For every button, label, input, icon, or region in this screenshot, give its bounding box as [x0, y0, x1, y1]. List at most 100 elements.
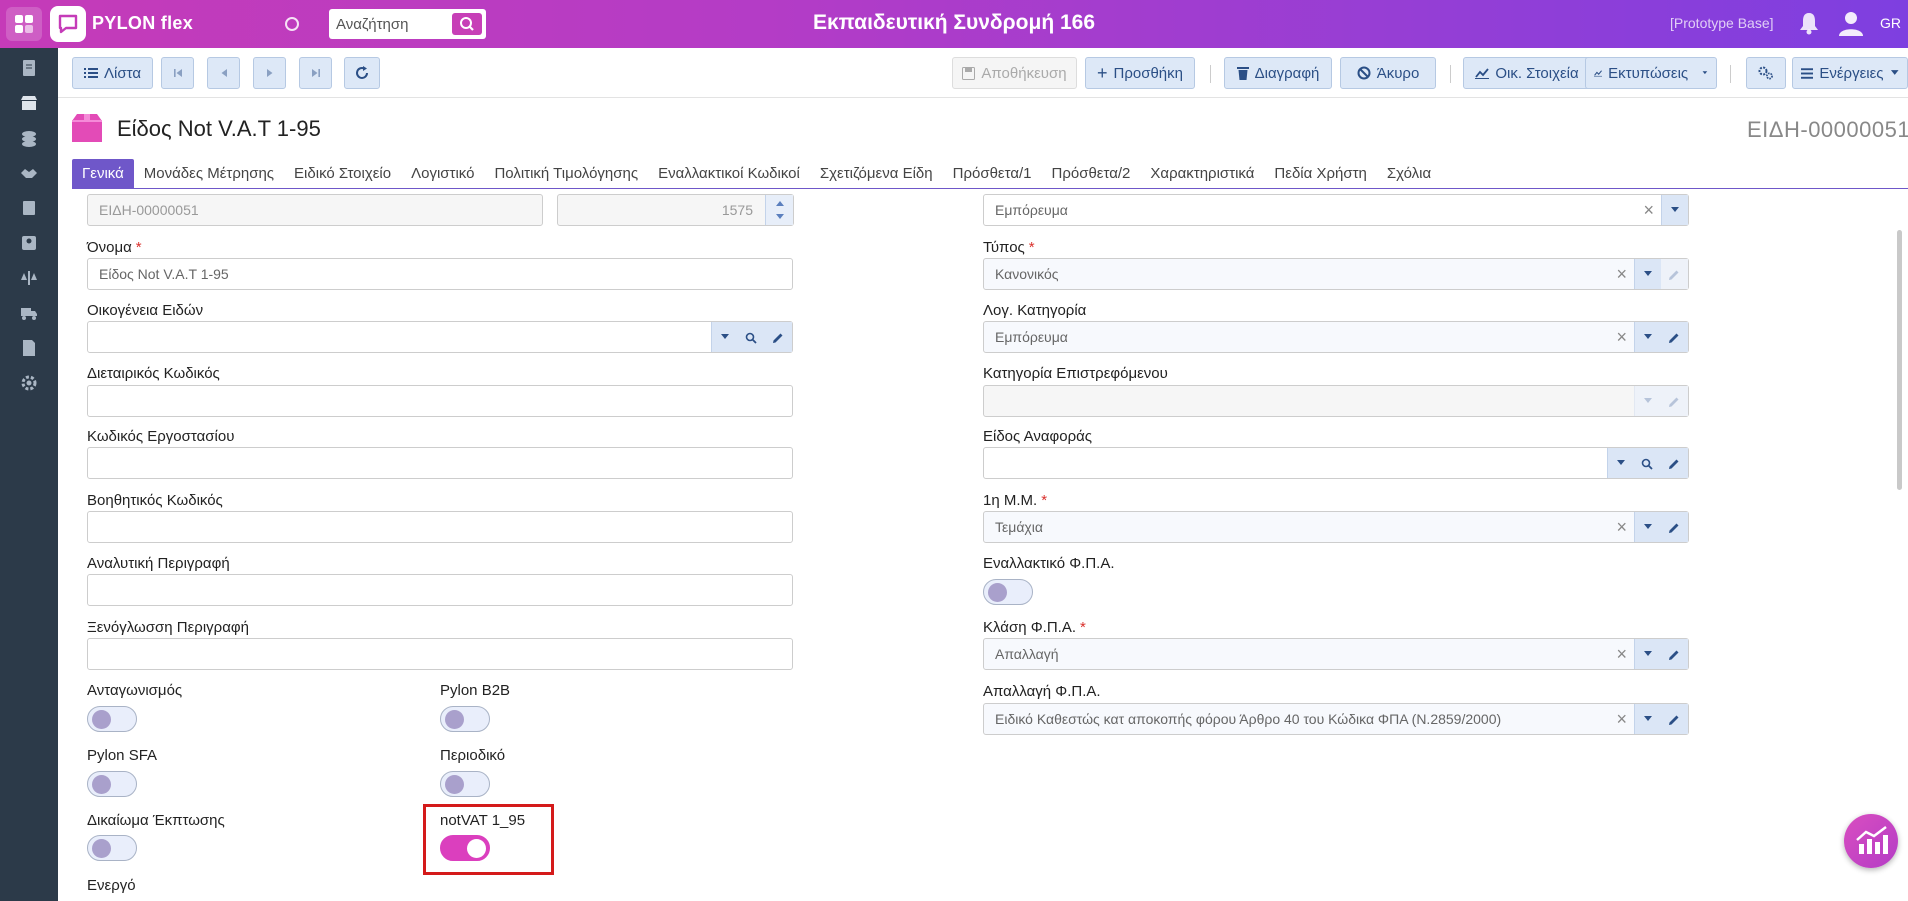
reference-item-field[interactable] [983, 447, 1689, 479]
truck-icon[interactable] [20, 304, 38, 322]
vat-class-dropdown[interactable] [1634, 639, 1661, 669]
vat-exemption-field[interactable]: Ειδικό Καθεστώς κατ αποκοπής φόρου Άρθρο… [983, 703, 1689, 735]
return-category-dropdown[interactable] [1634, 386, 1661, 416]
category-field[interactable]: Εμπόρευμα × [983, 194, 1689, 226]
category-dropdown[interactable] [1661, 195, 1688, 225]
accounting-category-field[interactable]: Εμπόρευμα × [983, 321, 1689, 353]
clear-icon[interactable]: × [1616, 264, 1627, 285]
document-icon[interactable] [20, 59, 38, 77]
item-family-search[interactable] [738, 322, 765, 352]
clear-icon[interactable]: × [1616, 517, 1627, 538]
item-family-field[interactable] [87, 321, 793, 353]
competition-toggle[interactable] [87, 706, 137, 732]
accounting-category-dropdown[interactable] [1634, 322, 1661, 352]
analytics-fab-button[interactable] [1844, 814, 1898, 868]
user-icon[interactable] [1838, 10, 1864, 40]
settings-button[interactable] [1746, 57, 1786, 89]
measure-unit-dropdown[interactable] [1634, 512, 1661, 542]
tab-units[interactable]: Μονάδες Μέτρησης [134, 159, 284, 188]
type-dropdown[interactable] [1634, 259, 1661, 289]
tab-additional-1[interactable]: Πρόσθετα/1 [943, 159, 1042, 188]
reference-item-search[interactable] [1634, 448, 1661, 478]
refresh-button[interactable] [344, 57, 380, 89]
factory-code-field[interactable] [87, 447, 793, 479]
next-record-button[interactable] [253, 57, 286, 89]
type-field[interactable]: Κανονικός × [983, 258, 1689, 290]
add-button[interactable]: + Προσθήκη [1085, 57, 1195, 89]
tab-pricing-policy[interactable]: Πολιτική Τιμολόγησης [484, 159, 648, 188]
aux-code-field[interactable] [87, 511, 793, 543]
vat-exemption-dropdown[interactable] [1634, 704, 1661, 734]
alt-vat-toggle[interactable] [983, 579, 1033, 605]
vat-class-edit[interactable] [1661, 639, 1688, 669]
pylon-logo-icon[interactable] [50, 6, 86, 42]
accounting-category-edit[interactable] [1661, 322, 1688, 352]
previous-record-button[interactable] [207, 57, 240, 89]
retail-code-field[interactable] [87, 385, 793, 417]
name-field[interactable]: Είδος Not V.A.T 1-95 [87, 258, 793, 290]
tab-characteristics[interactable]: Χαρακτηριστικά [1140, 159, 1264, 188]
reference-item-dropdown[interactable] [1607, 448, 1634, 478]
tab-related-items[interactable]: Σχετιζόμενα Είδη [810, 159, 943, 188]
status-circle-icon[interactable] [285, 17, 299, 31]
scrollbar[interactable] [1897, 230, 1902, 490]
clear-icon[interactable]: × [1616, 327, 1627, 348]
type-edit[interactable] [1661, 259, 1688, 289]
number-field[interactable]: 1575 [557, 194, 794, 226]
store-icon[interactable] [20, 94, 38, 112]
search-input[interactable] [329, 9, 451, 39]
tab-additional-2[interactable]: Πρόσθετα/2 [1042, 159, 1141, 188]
periodical-toggle[interactable] [440, 771, 490, 797]
contact-card-icon[interactable] [20, 234, 38, 252]
detailed-description-field[interactable] [87, 574, 793, 606]
book-icon[interactable] [20, 199, 38, 217]
invoice-icon[interactable] [20, 339, 38, 357]
pylon-sfa-toggle[interactable] [87, 771, 137, 797]
vat-class-field[interactable]: Απαλλαγή × [983, 638, 1689, 670]
return-category-field[interactable] [983, 385, 1689, 417]
reference-item-edit[interactable] [1661, 448, 1688, 478]
clear-icon[interactable]: × [1616, 709, 1627, 730]
bell-icon[interactable] [1798, 11, 1820, 39]
apps-grid-icon[interactable] [6, 7, 42, 41]
handshake-icon[interactable] [20, 164, 38, 182]
search-icon [745, 332, 757, 344]
item-code-field[interactable]: ΕΙΔΗ-00000051 [87, 194, 543, 226]
tab-alternative-codes[interactable]: Εναλλακτικοί Κωδικοί [648, 159, 810, 188]
clear-icon[interactable]: × [1616, 644, 1627, 665]
delete-button[interactable]: Διαγραφή [1224, 57, 1332, 89]
measure-unit-edit[interactable] [1661, 512, 1688, 542]
scale-icon[interactable] [20, 269, 38, 287]
actions-dropdown[interactable]: Ενέργειες [1792, 57, 1908, 89]
foreign-description-field[interactable] [87, 638, 793, 670]
pencil-icon [1669, 715, 1679, 725]
vat-class-label: Κλάση Φ.Π.Α. * [983, 619, 1086, 636]
vat-exemption-edit[interactable] [1661, 704, 1688, 734]
coins-icon[interactable] [20, 129, 38, 147]
tab-special-item[interactable]: Ειδικό Στοιχείο [284, 159, 401, 188]
item-family-edit[interactable] [765, 322, 792, 352]
pylon-b2b-toggle[interactable] [440, 706, 490, 732]
return-category-edit[interactable] [1661, 386, 1688, 416]
item-family-dropdown[interactable] [711, 322, 738, 352]
gear-icon[interactable] [20, 374, 38, 392]
toggle-knob [445, 775, 464, 794]
financial-data-button[interactable]: Οικ. Στοιχεία [1463, 57, 1591, 89]
tab-user-fields[interactable]: Πεδία Χρήστη [1264, 159, 1376, 188]
language-selector[interactable]: GR [1880, 15, 1901, 31]
tab-general[interactable]: Γενικά [72, 159, 134, 188]
number-stepper[interactable] [765, 195, 793, 225]
prints-dropdown[interactable]: Εκτυπώσεις [1585, 57, 1717, 89]
measure-unit-field[interactable]: Τεμάχια × [983, 511, 1689, 543]
list-button[interactable]: Λίστα [72, 57, 153, 89]
first-record-button[interactable] [161, 57, 194, 89]
tab-comments[interactable]: Σχόλια [1377, 159, 1441, 188]
tab-accounting[interactable]: Λογιστικό [401, 159, 484, 188]
save-button[interactable]: Αποθήκευση [952, 57, 1077, 89]
factory-code-label: Κωδικός Εργοστασίου [87, 428, 235, 445]
discount-right-toggle[interactable] [87, 835, 137, 861]
clear-icon[interactable]: × [1643, 200, 1654, 221]
search-button[interactable] [452, 13, 482, 35]
cancel-button[interactable]: Άκυρο [1340, 57, 1436, 89]
last-record-button[interactable] [299, 57, 332, 89]
